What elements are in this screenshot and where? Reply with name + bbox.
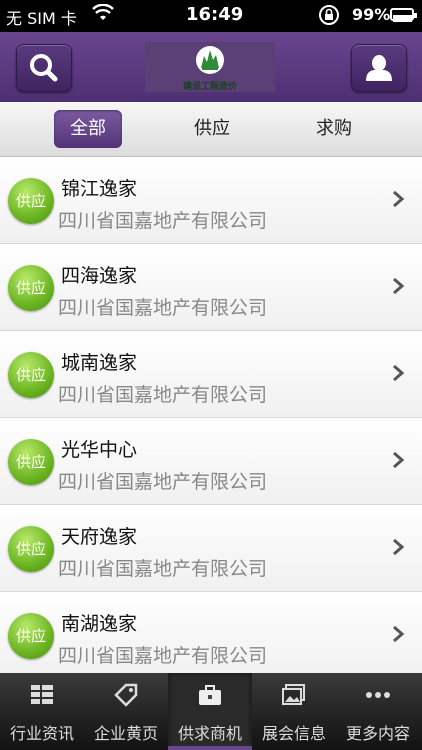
tab-label: 更多内容 — [345, 724, 410, 743]
item-company: 四川省国嘉地产有限公司 — [58, 384, 268, 406]
item-company: 四川省国嘉地产有限公司 — [58, 471, 268, 493]
supply-badge: 供应 — [8, 352, 54, 398]
carrier-label: 无 SIM 卡 — [6, 9, 77, 28]
tab-supply[interactable]: 供应 — [180, 110, 244, 148]
tab-supply-demand[interactable]: 供求商机 — [168, 673, 252, 750]
supply-badge: 供应 — [8, 178, 54, 224]
tab-label: 展会信息 — [261, 724, 326, 743]
tab-all[interactable]: 全部 — [54, 110, 122, 148]
supply-badge: 供应 — [8, 526, 54, 572]
tab-more[interactable]: 更多内容 — [336, 673, 420, 750]
list-item[interactable]: 供应 光华中心 四川省国嘉地产有限公司 — [0, 418, 422, 505]
battery-icon — [390, 8, 417, 22]
bottom-tab-bar: 行业资讯 企业黄页 供求商机 展会信息 更多内容 — [0, 673, 422, 750]
list-item[interactable]: 供应 锦江逸家 四川省国嘉地产有限公司 — [0, 157, 422, 244]
status-bar: 无 SIM 卡 16:49 99% — [0, 0, 422, 32]
item-title: 四海逸家 — [61, 265, 138, 287]
list-icon — [31, 685, 53, 704]
chevron-right-icon — [393, 364, 405, 382]
item-title: 锦江逸家 — [61, 178, 138, 200]
battery-percent: 99% — [352, 5, 391, 24]
item-company: 四川省国嘉地产有限公司 — [58, 210, 268, 232]
supply-badge: 供应 — [8, 613, 54, 659]
item-title: 南湖逸家 — [61, 613, 138, 635]
tab-label: 企业黄页 — [93, 724, 158, 743]
tab-label: 供求商机 — [177, 724, 242, 743]
tab-business-directory[interactable]: 企业黄页 — [84, 673, 168, 750]
logo-emblem-icon — [196, 46, 224, 74]
wifi-icon — [92, 3, 114, 26]
pictures-icon — [282, 684, 305, 705]
listing-list: 供应 锦江逸家 四川省国嘉地产有限公司 供应 四海逸家 四川省国嘉地产有限公司 … — [0, 157, 422, 679]
user-icon — [366, 55, 392, 81]
list-item[interactable]: 供应 天府逸家 四川省国嘉地产有限公司 — [0, 505, 422, 592]
tag-icon — [114, 683, 138, 707]
list-item[interactable]: 供应 城南逸家 四川省国嘉地产有限公司 — [0, 331, 422, 418]
item-title: 天府逸家 — [61, 526, 138, 548]
supply-badge: 供应 — [8, 265, 54, 311]
chevron-right-icon — [393, 625, 405, 643]
more-icon — [366, 692, 390, 698]
tab-demand[interactable]: 求购 — [302, 110, 366, 148]
item-title: 光华中心 — [61, 439, 138, 461]
chevron-right-icon — [393, 451, 405, 469]
app-logo: 建设工程造价 — [145, 42, 275, 92]
chevron-right-icon — [393, 277, 405, 295]
search-icon — [30, 54, 58, 82]
filter-tabs: 全部 供应 求购 — [0, 102, 422, 157]
list-item[interactable]: 供应 南湖逸家 四川省国嘉地产有限公司 — [0, 592, 422, 679]
chevron-right-icon — [393, 538, 405, 556]
search-button[interactable] — [16, 44, 72, 92]
tab-label: 行业资讯 — [9, 724, 74, 743]
rotation-lock-icon — [318, 4, 340, 30]
user-button[interactable] — [351, 44, 407, 92]
item-title: 城南逸家 — [61, 352, 138, 374]
item-company: 四川省国嘉地产有限公司 — [58, 558, 268, 580]
chevron-right-icon — [393, 190, 405, 208]
supply-badge: 供应 — [8, 439, 54, 485]
tab-industry-news[interactable]: 行业资讯 — [0, 673, 84, 750]
status-time: 16:49 — [186, 4, 244, 25]
list-item[interactable]: 供应 四海逸家 四川省国嘉地产有限公司 — [0, 244, 422, 331]
briefcase-icon — [199, 685, 221, 705]
tab-exhibition-info[interactable]: 展会信息 — [252, 673, 336, 750]
item-company: 四川省国嘉地产有限公司 — [58, 297, 268, 319]
item-company: 四川省国嘉地产有限公司 — [58, 645, 268, 667]
logo-text: 建设工程造价 — [182, 82, 237, 92]
